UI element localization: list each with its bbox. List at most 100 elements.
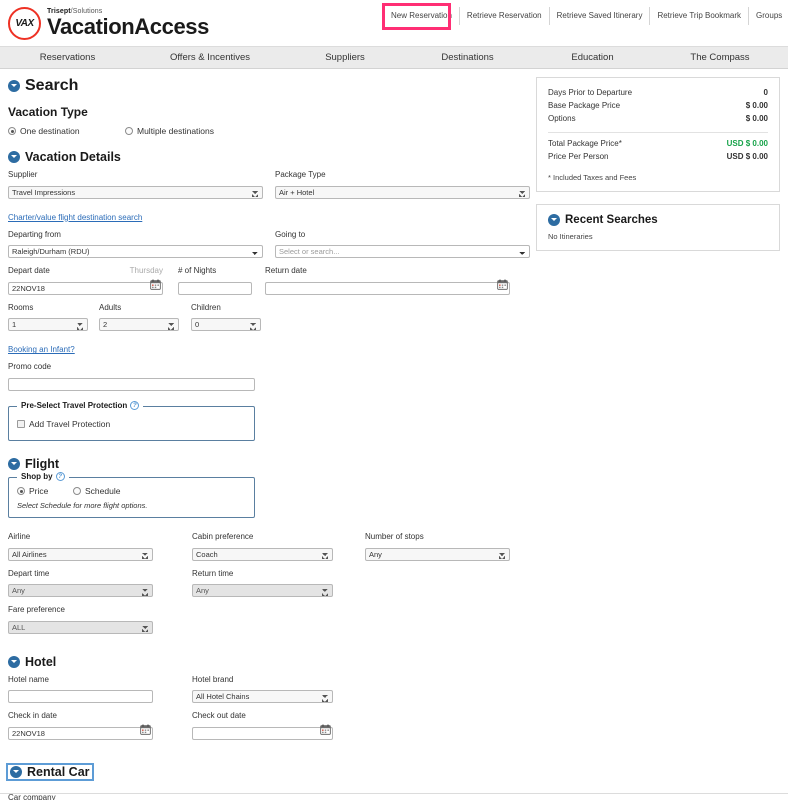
util-nav-retrieve-reservation[interactable]: Retrieve Reservation — [460, 7, 550, 26]
depart-date-weekday: Thursday — [129, 266, 163, 276]
base-package-price-value: $ 0.00 — [745, 100, 768, 110]
radio-multiple-destinations-label: Multiple destinations — [137, 126, 215, 136]
utility-nav: New Reservation Retrieve Reservation Ret… — [384, 7, 788, 26]
summary-row: Base Package Price $ 0.00 — [548, 100, 768, 113]
hotel-name-input[interactable] — [8, 690, 153, 704]
help-icon[interactable]: ? — [130, 400, 140, 410]
depart-time-field: Depart time Any — [8, 569, 153, 599]
booking-infant-link[interactable]: Booking an Infant? — [8, 345, 75, 354]
nav-item-reservations[interactable]: Reservations — [0, 52, 135, 63]
supplier-select[interactable]: Travel Impressions — [8, 185, 263, 199]
chevron-down-circle-icon — [8, 80, 20, 92]
travel-protection-legend: Pre-Select Travel Protection ? — [17, 400, 144, 410]
airline-field: Airline All Airlines — [8, 532, 153, 562]
page-title: Search — [25, 77, 79, 94]
check-out-date-label: Check out date — [192, 711, 246, 721]
check-in-date-field: Check in date — [8, 711, 153, 741]
charter-value-flight-link[interactable]: Charter/value flight destination search — [8, 213, 142, 222]
number-of-stops-select[interactable]: Any — [365, 547, 510, 561]
children-select[interactable]: 0 — [191, 318, 261, 332]
going-to-label: Going to — [275, 229, 306, 239]
radio-one-destination[interactable]: One destination — [8, 126, 118, 136]
recent-searches-header[interactable]: Recent Searches — [548, 213, 768, 226]
airline-label: Airline — [8, 531, 31, 541]
help-icon[interactable]: ? — [55, 471, 65, 481]
hotel-dates-row: Check in date 22NOV18 Check out date — [8, 711, 530, 741]
flight-section-header[interactable]: Flight — [8, 457, 530, 471]
return-time-select[interactable]: Any — [192, 584, 333, 598]
depart-date-label: Depart date — [8, 266, 50, 276]
brand-name: VacationAccess — [47, 14, 209, 39]
price-per-person-row: Price Per Person USD $ 0.00 — [548, 151, 768, 164]
summary-divider — [548, 131, 768, 133]
going-to-select[interactable]: Select or search... — [275, 245, 530, 259]
dates-nights-row: Depart date Thursday 22NOV18 # of Nights… — [8, 266, 530, 296]
hotel-brand-select[interactable]: All Hotel Chains — [192, 690, 333, 704]
rental-car-section-header[interactable]: Rental Car — [6, 762, 94, 781]
summary-column: Days Prior to Departure 0 Base Package P… — [530, 77, 780, 800]
page-body: Search Vacation Type One destination Mul… — [0, 69, 788, 800]
nav-item-suppliers[interactable]: Suppliers — [285, 52, 405, 63]
rooms-select[interactable]: 1 — [8, 318, 88, 332]
shop-by-hint: Select Schedule for more flight options. — [17, 500, 148, 510]
return-date-input[interactable] — [265, 281, 510, 295]
package-type-field: Package Type Air + Hotel — [275, 170, 530, 200]
number-of-stops-field: Number of stops Any — [365, 532, 510, 562]
check-in-date-input[interactable] — [8, 726, 153, 740]
util-nav-retrieve-saved-itinerary[interactable]: Retrieve Saved Itinerary — [550, 7, 651, 26]
nav-item-offers-incentives[interactable]: Offers & Incentives — [135, 52, 285, 63]
util-nav-retrieve-trip-bookmark[interactable]: Retrieve Trip Bookmark — [650, 7, 750, 26]
check-out-date-input[interactable] — [192, 726, 333, 740]
promo-code-label: Promo code — [8, 362, 52, 372]
add-travel-protection-label: Add Travel Protection — [29, 418, 111, 429]
add-travel-protection-checkbox[interactable]: Add Travel Protection — [17, 419, 110, 429]
recent-searches-title: Recent Searches — [565, 213, 658, 226]
radio-shop-by-schedule[interactable]: Schedule — [73, 486, 120, 496]
vacation-type-options: One destination Multiple destinations — [8, 126, 530, 136]
hotel-section-header[interactable]: Hotel — [8, 655, 530, 669]
departing-from-field: Departing from Raleigh/Durham (RDU) — [8, 230, 263, 260]
return-date-field: Return date — [265, 266, 510, 296]
nights-input[interactable] — [178, 281, 252, 295]
departing-from-select[interactable]: Raleigh/Durham (RDU) — [8, 245, 263, 259]
top-bar: VAX Trisept/Solutions VacationAccess New… — [0, 0, 788, 46]
vacation-details-section-header[interactable]: Vacation Details — [8, 150, 530, 164]
footer-divider — [0, 793, 788, 794]
depart-time-select[interactable]: Any — [8, 584, 153, 598]
fare-preference-select[interactable]: ALL — [8, 620, 153, 634]
search-section-header[interactable]: Search — [8, 77, 530, 95]
nav-item-the-compass[interactable]: The Compass — [655, 52, 785, 63]
brand-logo[interactable]: VAX Trisept/Solutions VacationAccess — [0, 6, 209, 40]
price-per-person-label: Price Per Person — [548, 151, 609, 161]
nav-item-destinations[interactable]: Destinations — [405, 52, 530, 63]
airline-select[interactable]: All Airlines — [8, 547, 153, 561]
package-type-select[interactable]: Air + Hotel — [275, 185, 530, 199]
options-value: $ 0.00 — [745, 113, 768, 123]
total-package-price-value: USD $ 0.00 — [726, 138, 768, 148]
adults-field: Adults 2 — [99, 303, 179, 333]
rooms-field: Rooms 1 — [8, 303, 88, 333]
shop-by-legend-text: Shop by — [21, 471, 53, 481]
depart-date-input[interactable] — [8, 281, 163, 295]
shop-by-box: Shop by ? Price Schedule Select Schedule… — [8, 471, 255, 518]
util-nav-groups[interactable]: Groups — [749, 7, 788, 25]
return-time-label: Return time — [192, 568, 234, 578]
radio-shop-by-price[interactable]: Price — [17, 486, 73, 496]
fare-preference-field: Fare preference ALL — [8, 605, 153, 635]
nav-item-education[interactable]: Education — [530, 52, 655, 63]
travel-protection-box: Pre-Select Travel Protection ? Add Trave… — [8, 400, 255, 441]
adults-select[interactable]: 2 — [99, 318, 179, 332]
rental-car-title: Rental Car — [27, 764, 90, 779]
shop-by-legend: Shop by ? — [17, 471, 69, 481]
supplier-label: Supplier — [8, 170, 38, 179]
cabin-preference-select[interactable]: Coach — [192, 547, 333, 561]
flight-title: Flight — [25, 456, 60, 471]
depart-date-field: Depart date Thursday — [8, 266, 163, 296]
promo-code-input[interactable] — [8, 377, 255, 391]
util-nav-new-reservation[interactable]: New Reservation — [384, 7, 460, 26]
radio-multiple-destinations[interactable]: Multiple destinations — [125, 126, 214, 136]
vax-circle-icon: VAX — [8, 6, 41, 40]
vacation-type-title: Vacation Type — [8, 105, 88, 119]
hotel-title: Hotel — [25, 654, 57, 669]
chevron-down-circle-icon — [10, 765, 22, 778]
